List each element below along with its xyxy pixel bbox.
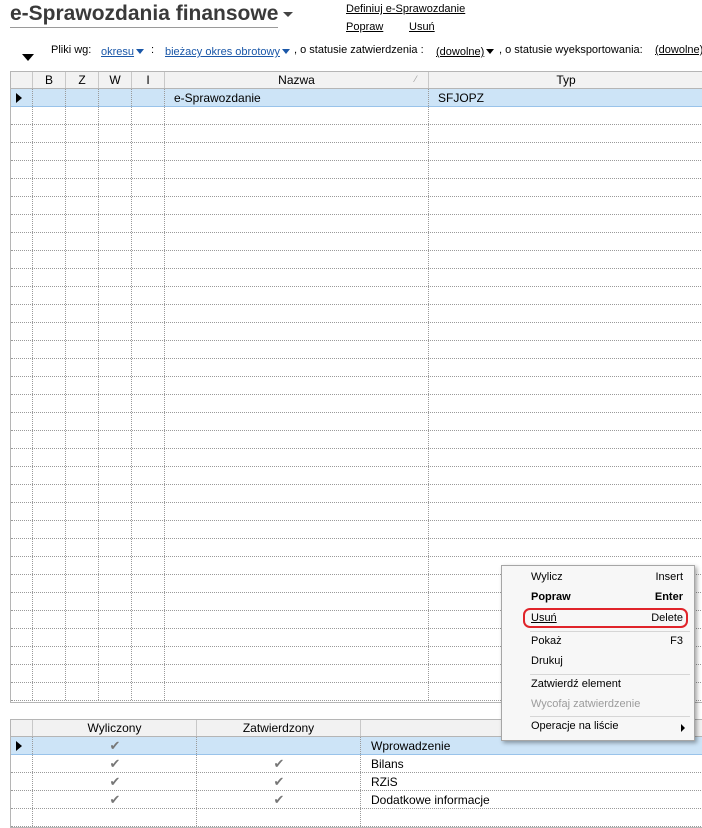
grid-header: B Z W I Nazwa Typ ⁄ — [11, 72, 702, 89]
column-header-typ[interactable]: Typ — [429, 72, 702, 88]
menu-item-operacje[interactable]: Operacje na liście — [502, 717, 694, 737]
chevron-down-icon — [486, 49, 495, 54]
table-row[interactable] — [11, 215, 702, 233]
chevron-down-icon — [281, 49, 290, 54]
menu-item-label: Operacje na liście — [531, 720, 619, 732]
chevron-down-icon — [136, 49, 145, 54]
column-header-w[interactable]: W — [99, 72, 132, 88]
cell-nazwa: e-Sprawozdanie — [174, 91, 261, 105]
menu-item-popraw[interactable]: Popraw Enter — [502, 588, 694, 608]
table-row[interactable] — [11, 521, 702, 539]
title-dropdown-icon[interactable] — [283, 12, 293, 17]
checkmark-icon: ✔ — [109, 792, 121, 807]
checkmark-icon: ✔ — [109, 756, 121, 771]
table-row[interactable] — [11, 503, 702, 521]
table-row[interactable] — [11, 197, 702, 215]
table-row[interactable]: ✔ ✔ Bilans — [11, 755, 702, 773]
approval-status-label: , o statusie zatwierdzenia : — [294, 44, 424, 56]
table-row[interactable] — [11, 269, 702, 287]
cell-rodzaj: RZiS — [371, 775, 398, 789]
table-row[interactable]: ✔ ✔ Dodatkowe informacje — [11, 791, 702, 809]
highlight-box — [523, 608, 688, 628]
header-indicator — [11, 72, 33, 88]
sort-icon: ⁄ — [415, 74, 417, 84]
table-row[interactable] — [11, 107, 702, 125]
menu-item-wylicz[interactable]: Wylicz Insert — [502, 568, 694, 588]
export-status-label: , o statusie wyeksportowania: — [499, 44, 643, 56]
checkmark-icon: ✔ — [109, 774, 121, 789]
table-row[interactable] — [11, 467, 702, 485]
menu-item-pokaz[interactable]: Pokaż F3 — [502, 632, 694, 652]
context-menu: Wylicz Insert Popraw Enter Usuń Delete P… — [501, 565, 695, 741]
filter-by-dropdown[interactable]: okresu — [101, 44, 145, 58]
table-row[interactable] — [11, 341, 702, 359]
table-row[interactable] — [11, 143, 702, 161]
table-row[interactable]: e-Sprawozdanie SFJOPZ — [11, 89, 702, 107]
table-row[interactable] — [11, 377, 702, 395]
table-row[interactable] — [11, 431, 702, 449]
table-row[interactable] — [11, 323, 702, 341]
table-row[interactable] — [11, 485, 702, 503]
table-row[interactable] — [11, 449, 702, 467]
table-row[interactable] — [11, 161, 702, 179]
define-report-link[interactable]: Definiuj e-Sprawozdanie — [346, 3, 465, 15]
checkmark-icon: ✔ — [273, 792, 285, 807]
checkmark-icon: ✔ — [109, 738, 121, 753]
collapse-filter-icon[interactable] — [22, 54, 34, 61]
column-header-z[interactable]: Z — [66, 72, 99, 88]
table-row[interactable]: ✔ ✔ RZiS — [11, 773, 702, 791]
filter-label: Pliki wg: — [51, 44, 92, 56]
table-row[interactable] — [11, 305, 702, 323]
menu-item-wycofaj: Wycofaj zatwierdzenie — [502, 695, 694, 715]
table-row[interactable] — [11, 179, 702, 197]
delete-link[interactable]: Usuń — [409, 21, 435, 33]
header-indicator — [11, 720, 33, 736]
menu-item-shortcut: Insert — [655, 571, 683, 583]
menu-item-label: Zatwierdź element — [531, 678, 621, 690]
export-status-value[interactable]: (dowolne) — [655, 44, 702, 56]
table-row[interactable] — [11, 809, 702, 827]
column-header-nazwa[interactable]: Nazwa — [165, 72, 429, 88]
menu-item-label: Drukuj — [531, 655, 563, 667]
edit-link[interactable]: Popraw — [346, 21, 383, 33]
menu-item-shortcut: Enter — [654, 591, 683, 603]
table-row[interactable] — [11, 413, 702, 431]
checkmark-icon: ✔ — [273, 774, 285, 789]
filter-colon: : — [151, 44, 155, 56]
table-row[interactable] — [11, 539, 702, 557]
filter-by-value[interactable]: okresu — [101, 46, 134, 58]
chevron-right-icon — [681, 724, 685, 732]
row-pointer-icon — [16, 93, 22, 103]
table-row[interactable] — [11, 251, 702, 269]
page-title[interactable]: e-Sprawozdania finansowe — [10, 2, 279, 28]
cell-typ: SFJOPZ — [438, 91, 485, 105]
table-row[interactable] — [11, 395, 702, 413]
menu-item-zatwierdz[interactable]: Zatwierdź element — [502, 675, 694, 695]
table-row[interactable] — [11, 359, 702, 377]
menu-item-label: Wylicz — [531, 571, 563, 583]
checkmark-icon: ✔ — [273, 756, 285, 771]
cell-rodzaj: Bilans — [371, 757, 404, 771]
table-row[interactable] — [11, 233, 702, 251]
table-row[interactable] — [11, 125, 702, 143]
menu-item-label: Wycofaj zatwierdzenie — [531, 698, 641, 710]
menu-item-label: Popraw — [531, 591, 571, 603]
approval-status-value[interactable]: (dowolne) — [436, 46, 484, 58]
column-header-wyliczony[interactable]: Wyliczony — [33, 720, 197, 736]
period-dropdown[interactable]: bieżacy okres obrotowy — [165, 44, 290, 58]
menu-item-label: Pokaż — [531, 635, 562, 647]
cell-rodzaj: Dodatkowe informacje — [371, 793, 490, 807]
column-header-zatwierdzony[interactable]: Zatwierdzony — [197, 720, 361, 736]
column-header-b[interactable]: B — [33, 72, 66, 88]
menu-item-drukuj[interactable]: Drukuj — [502, 652, 694, 672]
table-row[interactable] — [11, 287, 702, 305]
approval-status-dropdown[interactable]: (dowolne) — [436, 44, 495, 58]
menu-item-shortcut: F3 — [670, 635, 683, 647]
cell-rodzaj: Wprowadzenie — [371, 739, 451, 753]
column-header-i[interactable]: I — [132, 72, 165, 88]
period-value[interactable]: bieżacy okres obrotowy — [165, 46, 280, 58]
row-pointer-icon — [16, 741, 22, 751]
